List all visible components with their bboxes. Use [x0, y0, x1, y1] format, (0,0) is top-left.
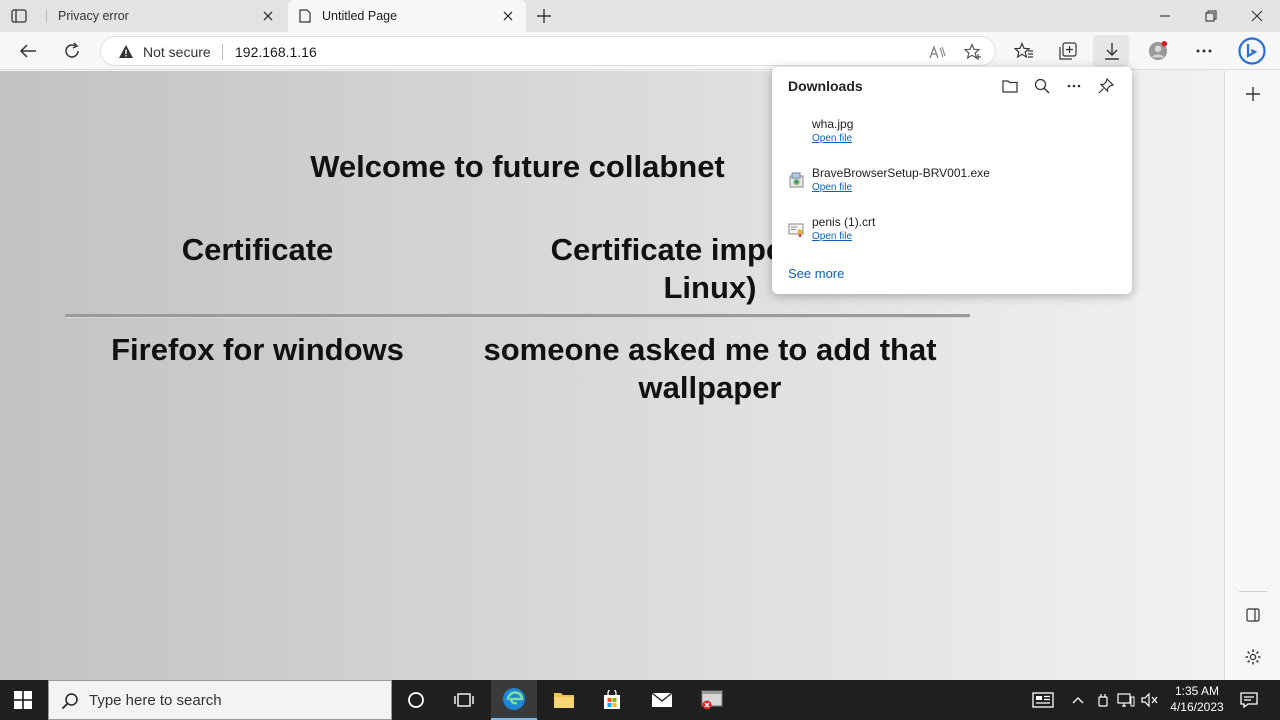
notification-icon[interactable]: [1240, 691, 1258, 709]
download-filename: wha.jpg: [812, 117, 854, 131]
download-item[interactable]: wha.jpg Open file: [772, 117, 1132, 157]
mail-icon[interactable]: [639, 680, 685, 720]
open-file-link[interactable]: Open file: [812, 182, 852, 193]
refresh-icon[interactable]: [62, 41, 82, 61]
download-item[interactable]: BraveBrowserSetup-BRV001.exe Open file: [772, 166, 1132, 206]
see-more-link[interactable]: See more: [788, 266, 844, 281]
more-options-icon[interactable]: [1194, 41, 1214, 61]
installer-file-icon: [788, 172, 805, 189]
tab-title: Privacy error: [58, 9, 129, 23]
address-separator: [222, 44, 223, 60]
downloads-panel: Downloads wha.jpg Open file BraveBrowser…: [772, 67, 1132, 294]
downloads-title: Downloads: [788, 78, 863, 94]
certificate-file-icon: [788, 221, 805, 238]
tab-untitled-page[interactable]: Untitled Page: [288, 0, 526, 32]
search-icon: [61, 692, 79, 710]
edge-sidebar: [1224, 71, 1280, 680]
search-downloads-icon[interactable]: [1033, 77, 1051, 95]
page-icon: [298, 9, 312, 23]
warning-icon[interactable]: [118, 44, 134, 60]
wallpaper-line2: wallpaper: [638, 370, 782, 405]
settings-gear-icon[interactable]: [1244, 648, 1262, 666]
minimize-icon[interactable]: [1157, 8, 1173, 24]
news-widget-icon[interactable]: [1032, 691, 1054, 709]
collections-icon[interactable]: [1058, 41, 1078, 61]
security-status[interactable]: Not secure: [143, 44, 211, 60]
firefox-heading: Firefox for windows: [111, 332, 404, 367]
downloads-more-icon[interactable]: [1065, 77, 1083, 95]
tab-privacy-error[interactable]: Privacy error: [48, 0, 286, 32]
hide-sidebar-icon[interactable]: [1244, 606, 1262, 624]
close-window-icon[interactable]: [1249, 8, 1265, 24]
tab-strip: Privacy error Untitled Page: [0, 0, 1280, 32]
clock-time: 1:35 AM: [1174, 684, 1220, 698]
welcome-heading: Welcome to future collabnet: [310, 149, 725, 184]
favorites-icon[interactable]: [1014, 41, 1034, 61]
taskbar-clock[interactable]: 1:35 AM 4/16/2023: [1162, 683, 1232, 715]
windows-taskbar: Type here to search 1:35 AM 4/16/2023: [0, 680, 1280, 720]
volume-muted-icon[interactable]: [1141, 691, 1159, 709]
downloads-icon[interactable]: [1102, 41, 1122, 61]
url-text[interactable]: 192.168.1.16: [235, 44, 317, 60]
usb-device-icon[interactable]: [1094, 691, 1112, 709]
tab-title: Untitled Page: [322, 9, 398, 23]
cortana-icon[interactable]: [393, 680, 439, 720]
add-sidebar-icon[interactable]: [1244, 85, 1262, 103]
edge-taskbar-icon[interactable]: [491, 680, 537, 720]
network-icon[interactable]: [1117, 691, 1135, 709]
open-folder-icon[interactable]: [1001, 77, 1019, 95]
blank-file-icon: [788, 123, 805, 140]
profile-avatar-icon[interactable]: [1148, 41, 1168, 61]
pin-icon[interactable]: [1097, 77, 1115, 95]
back-arrow-icon[interactable]: [18, 41, 38, 61]
close-tab-icon[interactable]: [500, 8, 516, 24]
open-file-link[interactable]: Open file: [812, 231, 852, 242]
download-item[interactable]: penis (1).crt Open file: [772, 215, 1132, 255]
download-filename: penis (1).crt: [812, 215, 876, 229]
open-file-link[interactable]: Open file: [812, 133, 852, 144]
horizontal-rule: [65, 314, 970, 318]
store-icon[interactable]: [589, 680, 635, 720]
new-tab-icon[interactable]: [536, 8, 552, 24]
windows-start-icon[interactable]: [14, 691, 32, 709]
certificate-heading: Certificate: [181, 232, 334, 267]
browser-toolbar: Not secure 192.168.1.16: [0, 32, 1280, 70]
clock-date: 4/16/2023: [1170, 700, 1224, 714]
tab-separator: [46, 9, 47, 23]
app-error-icon[interactable]: [689, 680, 735, 720]
search-placeholder: Type here to search: [89, 692, 222, 709]
wallpaper-line1: someone asked me to add that: [483, 332, 937, 367]
read-aloud-icon[interactable]: [928, 43, 946, 61]
close-tab-icon[interactable]: [260, 8, 276, 24]
address-bar[interactable]: Not secure 192.168.1.16: [100, 36, 996, 66]
chevron-up-icon[interactable]: [1069, 691, 1087, 709]
add-favorite-icon[interactable]: [964, 43, 982, 61]
restore-icon[interactable]: [1203, 8, 1219, 24]
tab-actions-icon[interactable]: [10, 7, 28, 25]
wallpaper-heading: someone asked me to add that wallpaper: [445, 331, 975, 407]
sidebar-separator: [1239, 591, 1267, 592]
taskbar-search-box[interactable]: Type here to search: [48, 680, 392, 720]
download-filename: BraveBrowserSetup-BRV001.exe: [812, 166, 990, 180]
task-view-icon[interactable]: [441, 680, 487, 720]
file-explorer-icon[interactable]: [541, 680, 587, 720]
bing-icon[interactable]: [1238, 37, 1266, 65]
